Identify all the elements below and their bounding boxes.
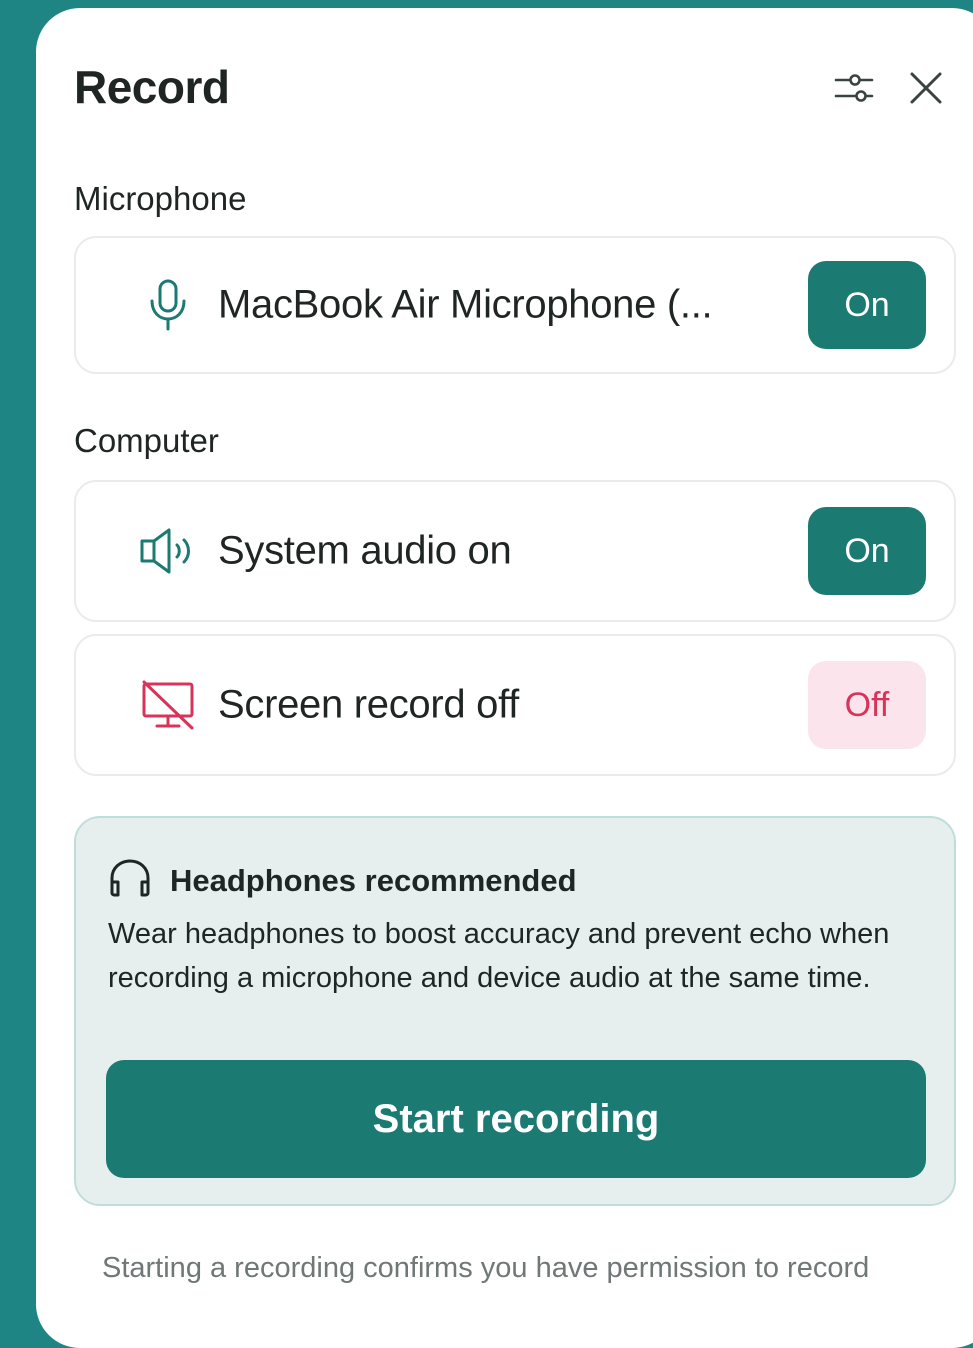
microphone-section-label: Microphone (74, 180, 247, 217)
panel-title: Record (74, 61, 230, 113)
start-recording-button[interactable]: Start recording (106, 1060, 926, 1178)
microphone-icon (138, 275, 198, 335)
system-audio-label: System audio on (218, 528, 512, 573)
system-audio-row[interactable]: System audio on On (74, 480, 956, 622)
info-title-row: Headphones recommended (108, 858, 577, 903)
info-body: Wear headphones to boost accuracy and pr… (108, 918, 890, 994)
permission-note: Starting a recording confirms you have p… (102, 1252, 870, 1284)
sliders-icon[interactable] (832, 66, 876, 110)
microphone-device-name: MacBook Air Microphone (... (218, 282, 713, 327)
system-audio-toggle[interactable]: On (808, 507, 926, 595)
microphone-toggle[interactable]: On (808, 261, 926, 349)
speaker-icon (138, 521, 198, 581)
screen-record-row[interactable]: Screen record off Off (74, 634, 956, 776)
computer-section-label: Computer (74, 422, 219, 459)
screen-off-icon (138, 675, 198, 735)
record-panel: Record Microphone MacBook Air Microphone… (36, 8, 973, 1348)
microphone-row[interactable]: MacBook Air Microphone (... On (74, 236, 956, 374)
headphones-info-card: Headphones recommended Wear headphones t… (74, 816, 956, 1206)
info-title: Headphones recommended (170, 862, 577, 898)
screen-record-toggle[interactable]: Off (808, 661, 926, 749)
screen-record-label: Screen record off (218, 682, 519, 727)
header-actions (832, 66, 948, 110)
headphones-icon (108, 858, 152, 903)
close-icon[interactable] (904, 66, 948, 110)
